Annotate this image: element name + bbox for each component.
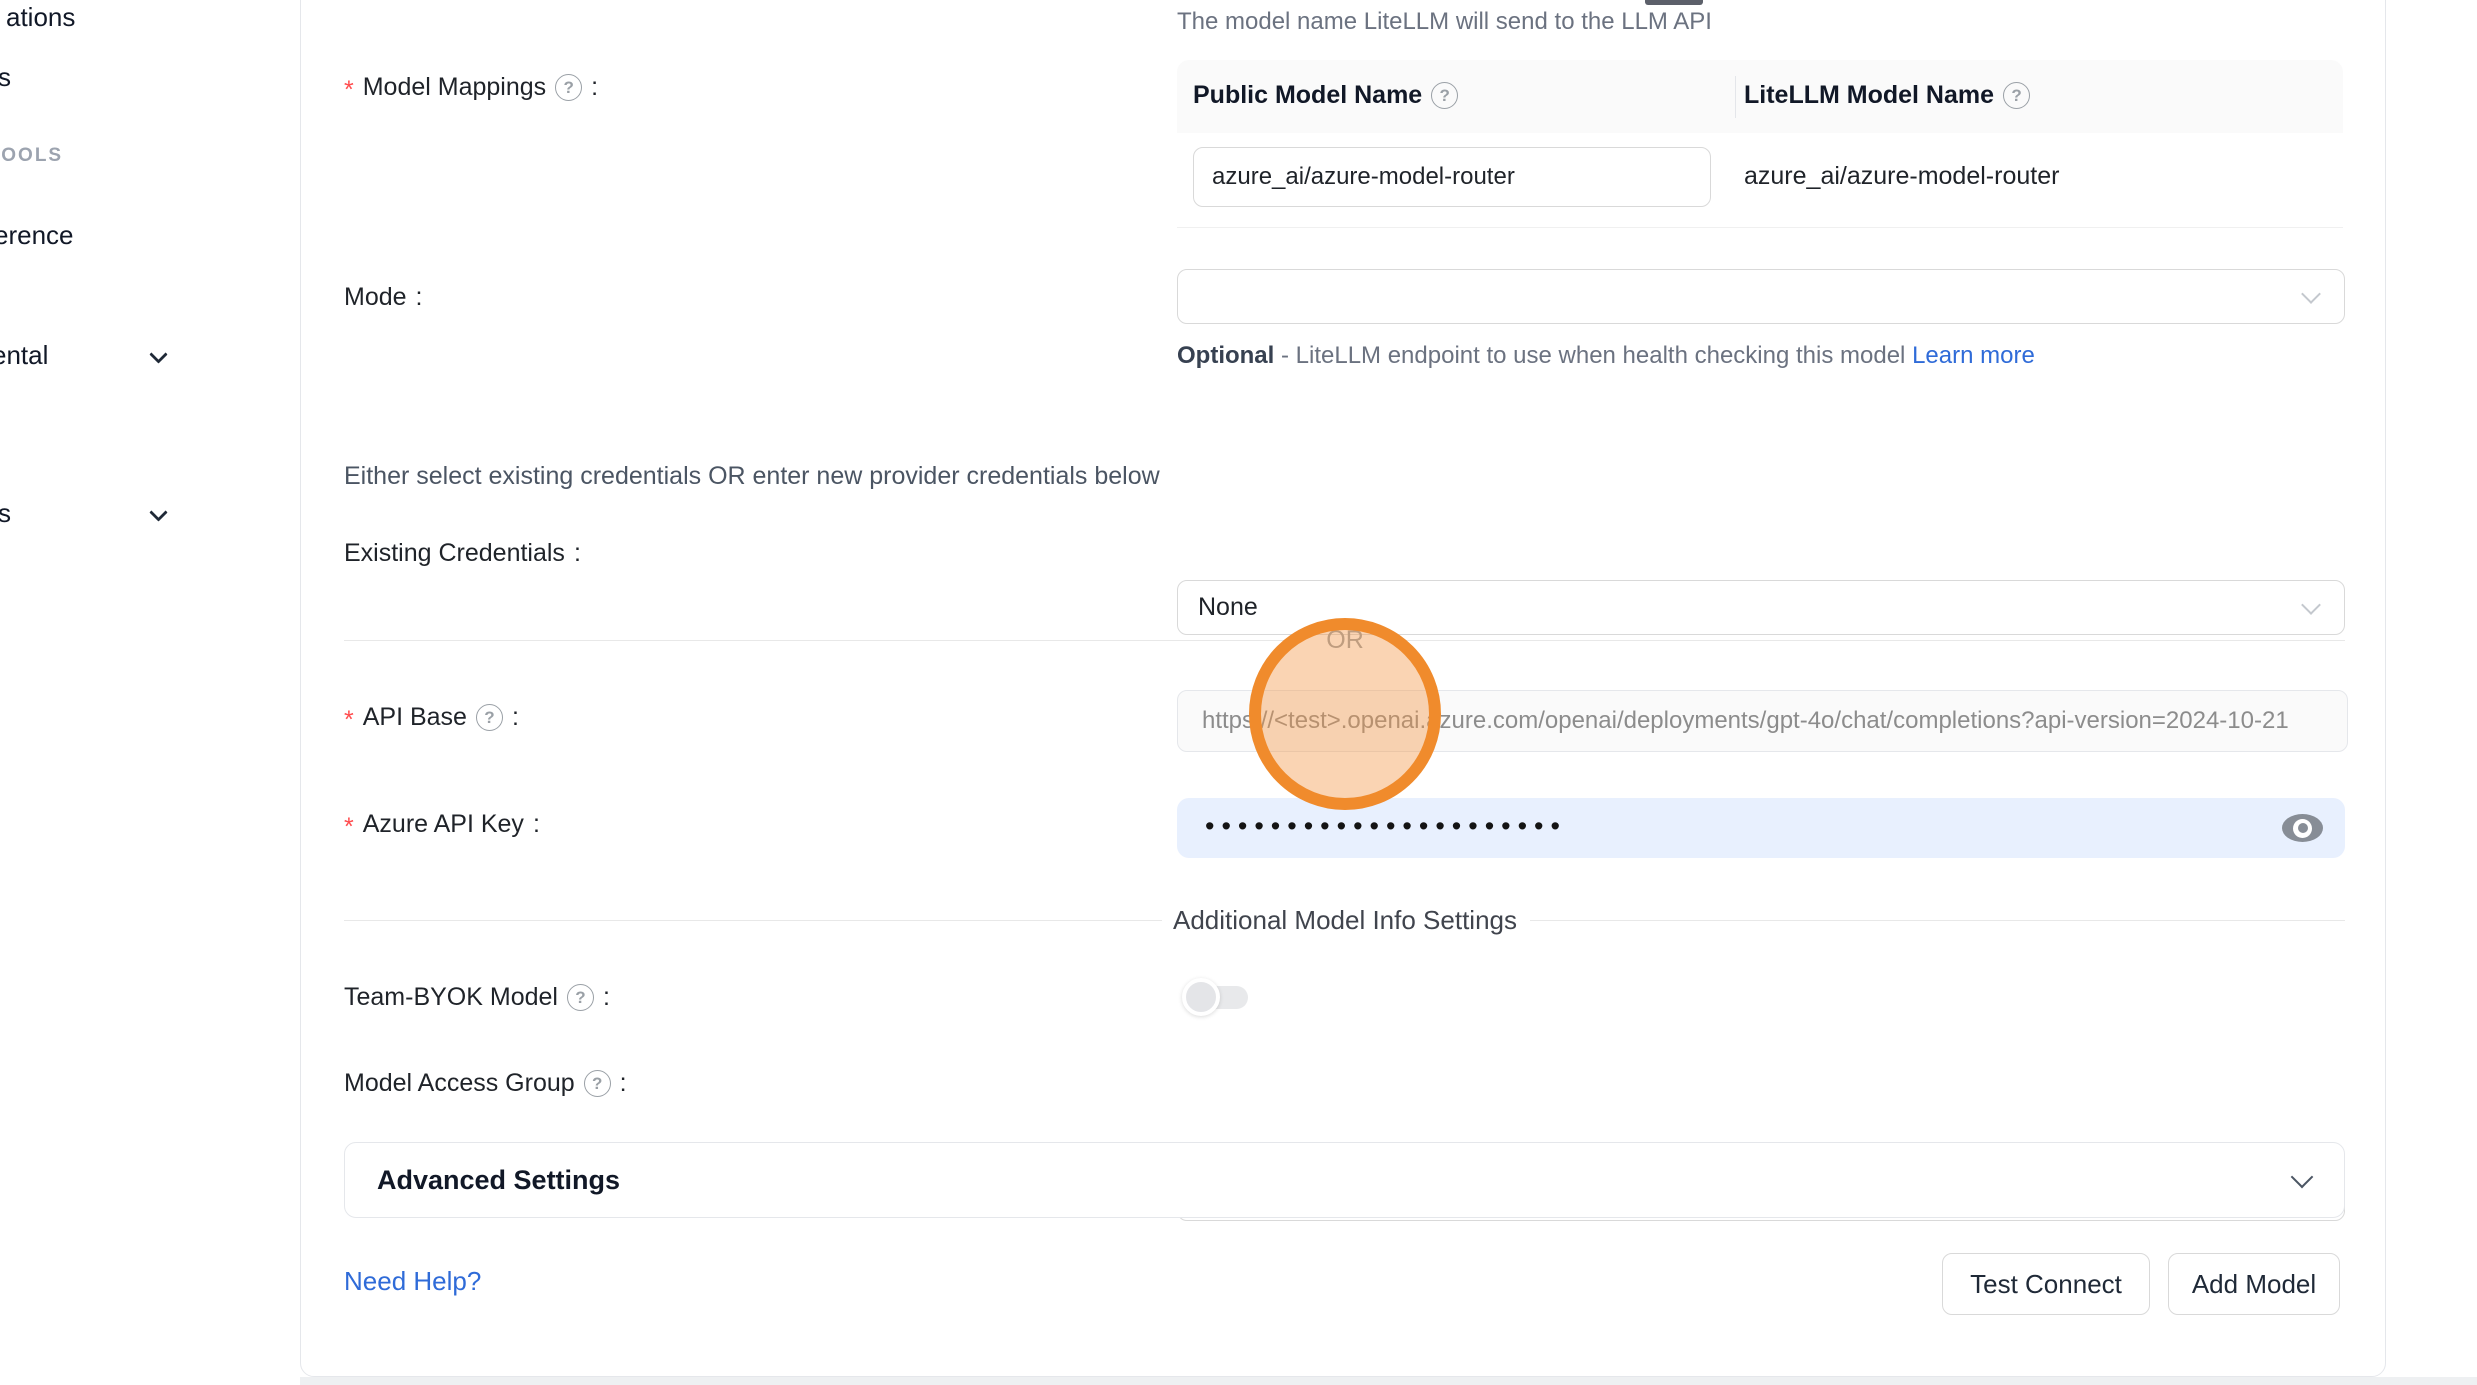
learn-more-link[interactable]: Learn more	[1912, 342, 2035, 369]
advanced-settings-panel[interactable]: Advanced Settings	[344, 1142, 2345, 1218]
model-mappings-label-text: Model Mappings	[363, 73, 546, 102]
public-model-name-input[interactable]	[1193, 147, 1711, 207]
column-label: LiteLLM Model Name	[1744, 81, 1994, 110]
model-name-hint: The model name LiteLLM will send to the …	[1177, 8, 1712, 36]
sidebar-item-inference[interactable]: erence	[0, 220, 74, 251]
mappings-column-divider	[1735, 76, 1736, 118]
mode-label: Mode :	[344, 283, 423, 312]
cropped-content-fragment	[1645, 0, 1703, 5]
chevron-down-icon	[2291, 1166, 2314, 1189]
help-question-icon[interactable]: ?	[584, 1070, 611, 1097]
label-colon: :	[574, 539, 581, 568]
help-question-icon[interactable]: ?	[2003, 82, 2030, 109]
chevron-down-icon[interactable]	[149, 345, 167, 363]
sidebar-item[interactable]: s	[0, 62, 11, 93]
eye-icon[interactable]	[2282, 814, 2323, 842]
add-model-button[interactable]: Add Model	[2168, 1253, 2340, 1315]
mode-hint-text: - LiteLLM endpoint to use when health ch…	[1274, 342, 1912, 369]
label-colon: :	[620, 1069, 627, 1098]
eye-icon-pupil	[2298, 823, 2308, 833]
required-marker: *	[344, 813, 354, 842]
sidebar-item-experimental[interactable]: ental	[0, 340, 48, 371]
section-divider-text: Additional Model Info Settings	[1173, 905, 1517, 936]
sidebar-item-settings[interactable]: s	[0, 498, 11, 529]
toggle-knob	[1182, 978, 1220, 1016]
credentials-note: Either select existing credentials OR en…	[344, 462, 1160, 491]
or-divider-line-left	[344, 640, 1296, 641]
help-question-icon[interactable]: ?	[567, 984, 594, 1011]
model-access-group-label: Model Access Group ? :	[344, 1069, 627, 1098]
need-help-link[interactable]: Need Help?	[344, 1266, 481, 1297]
section-divider-line-left	[344, 920, 1162, 921]
azure-api-key-label-text: Azure API Key	[363, 810, 524, 839]
chevron-down-icon	[2301, 284, 2321, 304]
azure-api-key-label: * Azure API Key :	[344, 810, 540, 839]
label-colon: :	[512, 703, 519, 732]
advanced-settings-label: Advanced Settings	[377, 1165, 620, 1196]
chevron-down-icon[interactable]	[149, 503, 167, 521]
mode-hint: Optional - LiteLLM endpoint to use when …	[1177, 336, 2057, 376]
mode-hint-bold: Optional	[1177, 342, 1274, 369]
required-marker: *	[344, 706, 354, 735]
section-divider-line-right	[1530, 920, 2345, 921]
existing-credentials-value: None	[1198, 593, 1258, 622]
label-colon: :	[416, 283, 423, 312]
column-litellm-model-name: LiteLLM Model Name ?	[1744, 81, 2030, 110]
chevron-down-icon	[2301, 595, 2321, 615]
api-base-label: * API Base ? :	[344, 703, 519, 732]
sidebar-section-tools: TOOLS	[0, 145, 63, 167]
help-question-icon[interactable]: ?	[555, 74, 582, 101]
or-divider-line-right	[1394, 640, 2345, 641]
mappings-table-bottom-border	[1177, 227, 2343, 228]
page-background-strip	[0, 1377, 2477, 1385]
required-marker: *	[344, 76, 354, 105]
label-colon: :	[533, 810, 540, 839]
model-access-group-label-text: Model Access Group	[344, 1069, 575, 1098]
test-connect-button[interactable]: Test Connect	[1942, 1253, 2150, 1315]
column-label: Public Model Name	[1193, 81, 1422, 110]
team-byok-label-text: Team-BYOK Model	[344, 983, 558, 1012]
existing-credentials-label-text: Existing Credentials	[344, 539, 565, 568]
mode-select[interactable]	[1177, 269, 2345, 324]
existing-credentials-label: Existing Credentials :	[344, 539, 581, 568]
team-byok-toggle[interactable]	[1182, 978, 1254, 1018]
litellm-model-name-value: azure_ai/azure-model-router	[1744, 162, 2059, 191]
mode-label-text: Mode	[344, 283, 407, 312]
masked-api-key: ••••••••••••••••••••••	[1205, 811, 1567, 842]
click-highlight-circle	[1249, 618, 1441, 810]
help-question-icon[interactable]: ?	[476, 704, 503, 731]
label-colon: :	[603, 983, 610, 1012]
api-base-label-text: API Base	[363, 703, 467, 732]
sidebar-item-organizations[interactable]: ations	[6, 2, 75, 33]
help-question-icon[interactable]: ?	[1431, 82, 1458, 109]
column-public-model-name: Public Model Name ?	[1193, 81, 1458, 110]
team-byok-label: Team-BYOK Model ? :	[344, 983, 610, 1012]
eye-icon-ring	[2293, 819, 2312, 838]
label-colon: :	[591, 73, 598, 102]
model-mappings-label: * Model Mappings ? :	[344, 73, 598, 102]
sidebar: ations s TOOLS erence ental s	[0, 0, 300, 1385]
